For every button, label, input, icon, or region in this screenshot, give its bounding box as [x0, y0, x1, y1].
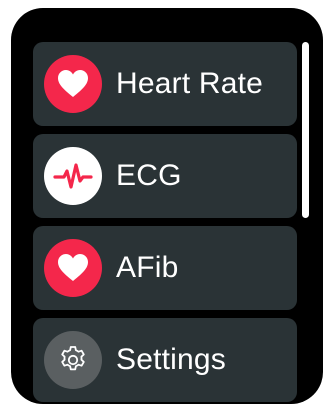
menu-item-label: AFib [116, 251, 179, 284]
ecg-waveform-icon [53, 163, 93, 189]
menu-item-afib[interactable]: AFib [33, 226, 297, 310]
heart-icon [58, 70, 88, 97]
menu-item-settings[interactable]: Settings [33, 318, 297, 402]
watch-screen: Heart Rate ECG AFib Settings [11, 8, 323, 404]
heart-icon [58, 254, 88, 281]
settings-icon-badge [44, 331, 102, 389]
menu-item-label: ECG [116, 159, 182, 192]
ecg-icon-badge [44, 147, 102, 205]
menu-list: Heart Rate ECG AFib Settings [33, 42, 297, 404]
menu-item-label: Heart Rate [116, 67, 264, 100]
menu-item-ecg[interactable]: ECG [33, 134, 297, 218]
scrollbar[interactable] [302, 42, 309, 218]
afib-icon-badge [44, 239, 102, 297]
menu-item-heart-rate[interactable]: Heart Rate [33, 42, 297, 126]
gear-icon [61, 346, 85, 371]
heart-rate-icon-badge [44, 55, 102, 113]
menu-item-label: Settings [116, 343, 226, 376]
